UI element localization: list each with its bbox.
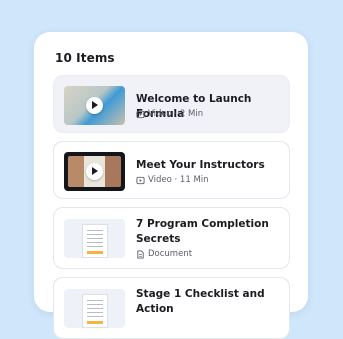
item-title: 7 Program Completion Secrets (136, 218, 269, 245)
item-meta: Video · 11 Min (136, 175, 209, 186)
document-thumbnail (64, 219, 125, 258)
item-meta: Video · 2 Min (136, 109, 203, 120)
list-item-stage1-checklist[interactable]: Stage 1 Checklist and Action (53, 277, 290, 339)
video-thumbnail (64, 86, 125, 125)
video-icon (136, 110, 145, 119)
course-items-panel: 10 Items Welcome to Launch Formula Video… (34, 32, 308, 339)
video-thumbnail (64, 152, 125, 191)
items-count: 10 Items (55, 51, 115, 65)
item-title: Stage 1 Checklist and Action (136, 288, 265, 315)
document-page-preview (82, 224, 108, 258)
list-item-welcome[interactable]: Welcome to Launch Formula Video · 2 Min (53, 75, 290, 133)
item-meta-text: Video · 11 Min (148, 175, 209, 185)
document-page-preview (82, 294, 108, 328)
item-meta-text: Document (148, 249, 193, 259)
item-meta-text: Video · 2 Min (148, 109, 204, 119)
play-icon (86, 163, 103, 180)
item-title: Meet Your Instructors (136, 159, 265, 171)
video-icon (136, 176, 145, 185)
list-item-instructors[interactable]: Meet Your Instructors Video · 11 Min (53, 141, 290, 199)
list-item-completion-secrets[interactable]: 7 Program Completion Secrets Document (53, 207, 290, 269)
document-icon (137, 250, 144, 259)
item-meta: Document (136, 249, 192, 260)
play-icon (86, 97, 103, 114)
document-thumbnail (64, 289, 125, 328)
